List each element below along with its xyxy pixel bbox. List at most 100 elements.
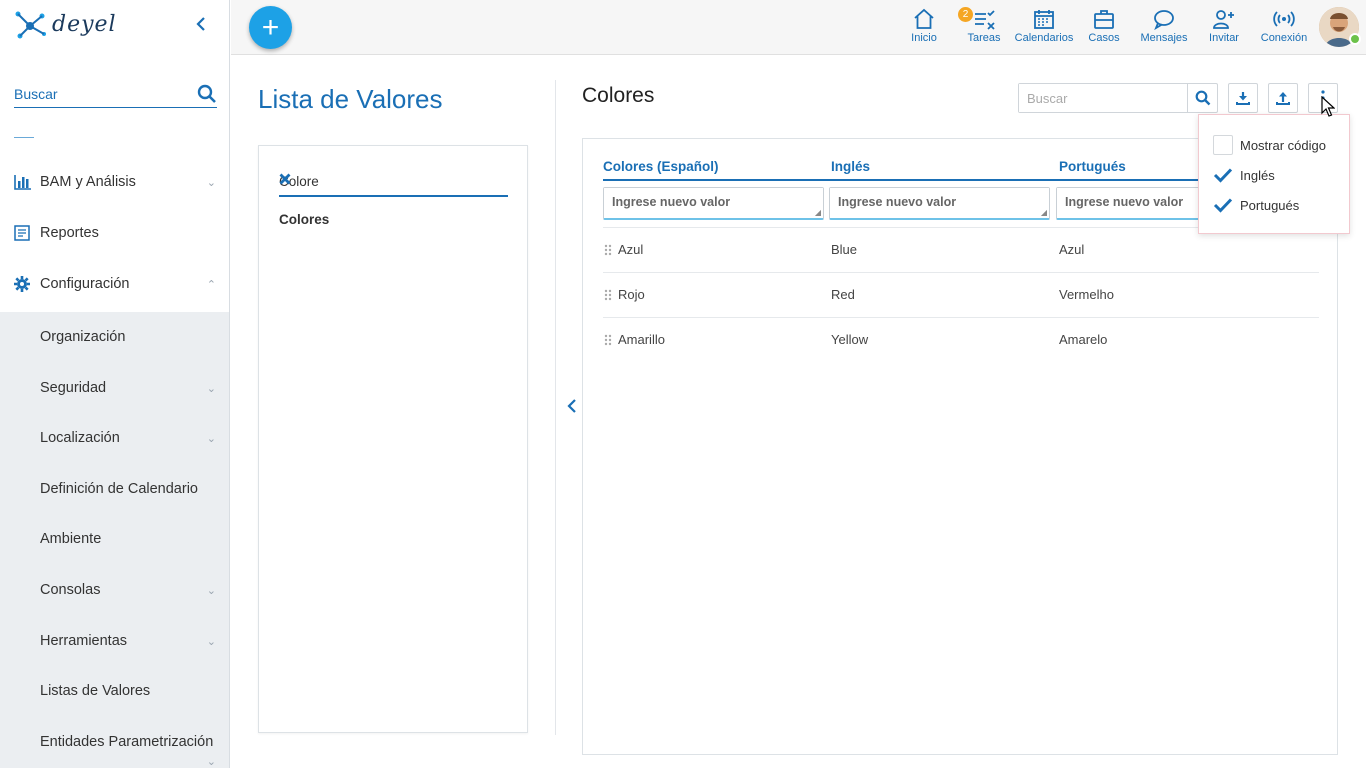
- menu-item-mostrar-codigo[interactable]: Mostrar código: [1213, 134, 1326, 156]
- sidebar-item-label: Localización: [40, 430, 120, 446]
- sidebar-search-input[interactable]: [14, 82, 189, 106]
- nav-label: Inicio: [911, 32, 937, 44]
- chevron-left-icon: [567, 399, 576, 413]
- configuracion-submenu: Organización Seguridad ⌄ Localización ⌄ De…: [0, 312, 229, 768]
- new-value-input[interactable]: [604, 188, 823, 218]
- search-icon[interactable]: [197, 84, 217, 109]
- sidebar-item-seguridad[interactable]: Seguridad ⌄: [0, 363, 229, 413]
- drag-handle-icon[interactable]: [603, 289, 613, 301]
- list-filter-input[interactable]: Colore: [279, 170, 508, 197]
- nav-calendarios[interactable]: Calendarios: [1014, 8, 1074, 48]
- search-icon: [1195, 90, 1210, 106]
- table-cell: Blue: [831, 242, 858, 257]
- nav-mensajes[interactable]: Mensajes: [1134, 8, 1194, 48]
- values-search-input[interactable]: [1019, 84, 1184, 112]
- nav-label: Invitar: [1209, 32, 1239, 44]
- nav-label: Casos: [1088, 32, 1120, 44]
- table-cell: Azul: [1059, 242, 1085, 257]
- download-button[interactable]: [1228, 83, 1258, 113]
- new-value-field-en[interactable]: ◢: [829, 187, 1050, 220]
- list-item[interactable]: Colores: [279, 212, 329, 227]
- nav-casos[interactable]: Casos: [1074, 8, 1134, 48]
- chevron-left-icon: [196, 17, 205, 31]
- sidebar-item-entidades-parametrizacion[interactable]: Entidades Parametrización ⌄: [0, 717, 229, 768]
- column-header[interactable]: Portugués: [1059, 159, 1126, 174]
- clear-filter-icon[interactable]: [279, 172, 508, 190]
- deyel-logo-icon: [15, 11, 46, 39]
- sidebar-item-label: Organización: [40, 329, 126, 345]
- chevron-down-icon: ⌄: [206, 382, 216, 395]
- value-lists-panel: Colore Colores: [258, 145, 528, 733]
- page-title: Lista de Valores: [258, 84, 443, 114]
- table-row[interactable]: Amarillo Yellow Amarelo: [603, 318, 1319, 362]
- signal-icon: [1273, 8, 1295, 30]
- checkbox-unchecked[interactable]: [1213, 135, 1233, 155]
- sidebar-item-herramientas[interactable]: Herramientas ⌄: [0, 616, 229, 666]
- resize-grip-icon[interactable]: ◢: [1041, 208, 1047, 217]
- nav-conexion[interactable]: Conexión: [1254, 8, 1314, 48]
- menu-item-label: Portugués: [1240, 197, 1300, 213]
- create-button[interactable]: +: [249, 6, 292, 49]
- sidebar-item-configuracion[interactable]: Configuración ⌃: [0, 259, 229, 309]
- sidebar-item-label: Seguridad: [40, 380, 107, 396]
- chevron-down-icon: ⌄: [206, 432, 216, 445]
- chat-icon: [1153, 8, 1175, 30]
- table-cell: Vermelho: [1059, 287, 1114, 302]
- table-cell: Amarillo: [618, 332, 665, 347]
- table-row[interactable]: Azul Blue Azul: [603, 228, 1319, 272]
- add-user-icon: [1213, 8, 1235, 30]
- nav-tareas[interactable]: 2 Tareas: [954, 7, 1014, 48]
- divider: [14, 137, 34, 138]
- nav-label: Conexión: [1260, 32, 1308, 44]
- app-logo[interactable]: deyel: [14, 8, 117, 40]
- collapse-panel-button[interactable]: [567, 398, 577, 419]
- table-cell: Amarelo: [1059, 332, 1108, 347]
- menu-item-portugues[interactable]: Portugués: [1213, 194, 1299, 216]
- table-row[interactable]: Rojo Red Vermelho: [603, 273, 1319, 317]
- column-header[interactable]: Inglés: [831, 159, 870, 174]
- chevron-down-icon: ⌄: [206, 756, 216, 768]
- sidebar-item-organizacion[interactable]: Organización: [0, 312, 229, 362]
- sidebar-item-label: Herramientas: [40, 633, 128, 649]
- logo-text: deyel: [52, 11, 117, 37]
- sidebar-item-label: Listas de Valores: [40, 683, 151, 699]
- collapse-sidebar-button[interactable]: [196, 16, 206, 37]
- new-value-input[interactable]: [830, 188, 1049, 218]
- menu-item-ingles[interactable]: Inglés: [1213, 164, 1275, 186]
- drag-handle-icon[interactable]: [603, 244, 613, 256]
- mouse-cursor-icon: [1321, 96, 1335, 117]
- menu-item-label: Mostrar código: [1240, 137, 1326, 153]
- checkmark-icon[interactable]: [1213, 195, 1233, 215]
- nav-invitar[interactable]: Invitar: [1194, 8, 1254, 48]
- gear-icon: [14, 276, 40, 292]
- nav-inicio[interactable]: Inicio: [894, 8, 954, 48]
- briefcase-icon: [1093, 8, 1115, 30]
- chevron-up-icon: ⌃: [206, 278, 216, 291]
- sidebar-item-reportes[interactable]: Reportes: [0, 208, 229, 258]
- sidebar-item-bam[interactable]: BAM y Análisis ⌄: [0, 157, 229, 207]
- sidebar-item-localizacion[interactable]: Localización ⌄: [0, 413, 229, 463]
- search-button[interactable]: [1187, 84, 1217, 112]
- column-options-menu: Mostrar código Inglés Portugués: [1198, 114, 1350, 234]
- table-cell: Yellow: [831, 332, 869, 347]
- sidebar-item-consolas[interactable]: Consolas ⌄: [0, 565, 229, 615]
- drag-handle-icon[interactable]: [603, 334, 613, 346]
- sidebar-item-definicion-calendario[interactable]: Definición de Calendario: [0, 464, 229, 514]
- upload-button[interactable]: [1268, 83, 1298, 113]
- sidebar-item-label: Consolas: [40, 582, 101, 598]
- column-header[interactable]: Colores (Español): [603, 159, 719, 174]
- menu-item-label: Inglés: [1240, 167, 1275, 183]
- sidebar-item-ambiente[interactable]: Ambiente: [0, 514, 229, 564]
- sidebar-search: [14, 82, 217, 108]
- bar-chart-icon: [14, 174, 40, 190]
- tasks-icon: [973, 8, 995, 30]
- panel-divider: [555, 80, 556, 735]
- nav-label: Tareas: [967, 32, 1001, 44]
- new-value-field-es[interactable]: ◢: [603, 187, 824, 220]
- sidebar-item-listas-valores[interactable]: Listas de Valores: [0, 666, 229, 716]
- online-status-dot: [1349, 33, 1361, 45]
- home-icon: [913, 8, 935, 30]
- resize-grip-icon[interactable]: ◢: [815, 208, 821, 217]
- sidebar-item-label: Entidades Parametrización: [40, 734, 214, 750]
- checkmark-icon[interactable]: [1213, 165, 1233, 185]
